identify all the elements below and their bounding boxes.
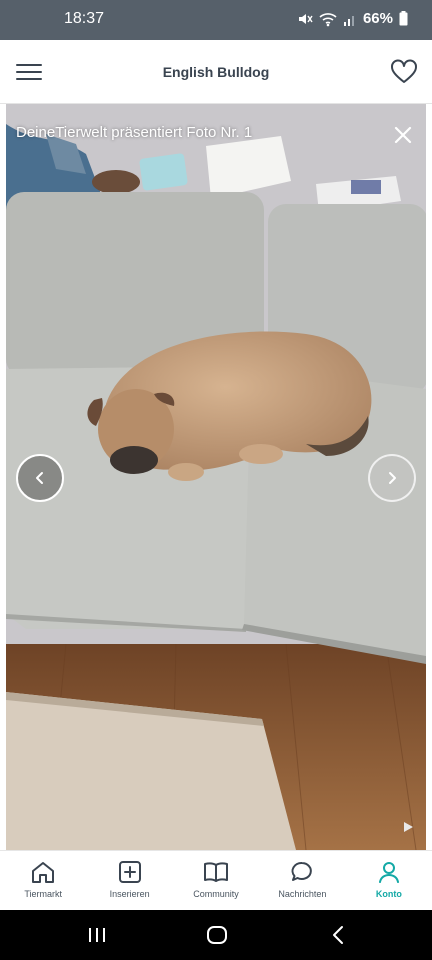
dog-photo[interactable] <box>6 104 426 850</box>
back-system-button[interactable] <box>326 922 352 948</box>
nav-label-konto: Konto <box>375 889 402 899</box>
nav-label-nachrichten: Nachrichten <box>278 889 327 899</box>
status-time: 18:37 <box>64 10 105 27</box>
nav-item-nachrichten[interactable]: Nachrichten <box>259 851 345 910</box>
signal-icon <box>343 12 357 26</box>
mute-icon <box>297 11 313 27</box>
nav-item-tiermarkt[interactable]: Tiermarkt <box>0 851 86 910</box>
wifi-icon <box>319 11 337 27</box>
close-icon <box>394 126 412 144</box>
add-square-icon <box>118 861 141 883</box>
battery-percentage: 66% <box>362 10 393 27</box>
system-navigation-bar <box>0 910 432 960</box>
play-icon[interactable] <box>402 820 414 832</box>
user-icon <box>378 862 399 883</box>
book-icon <box>204 862 229 882</box>
nav-label-inserieren: Inserieren <box>109 889 150 899</box>
photo-viewer: DeineTierwelt präsentiert Foto Nr. 1 <box>0 104 432 850</box>
status-icons: 66% <box>297 10 408 27</box>
home-circle-icon <box>207 926 227 944</box>
chevron-left-icon <box>36 472 43 484</box>
favorite-button[interactable] <box>390 58 418 86</box>
previous-photo-button[interactable] <box>16 454 64 502</box>
back-icon <box>333 926 343 944</box>
heart-icon <box>391 59 417 83</box>
next-photo-button[interactable] <box>368 454 416 502</box>
app-bar: English Bulldog <box>0 40 432 104</box>
battery-icon <box>399 11 408 26</box>
nav-label-tiermarkt: Tiermarkt <box>24 889 63 899</box>
page-title: English Bulldog <box>162 64 270 80</box>
photo-caption: DeineTierwelt präsentiert Foto Nr. 1 <box>16 124 253 141</box>
recents-icon <box>89 928 105 942</box>
home-icon <box>32 862 55 883</box>
chevron-right-icon <box>389 472 396 484</box>
chat-bubble-icon <box>291 862 313 881</box>
nav-label-community: Community <box>193 889 239 899</box>
nav-item-inserieren[interactable]: Inserieren <box>86 851 172 910</box>
nav-item-konto[interactable]: Konto <box>346 851 432 910</box>
bottom-navigation: Tiermarkt Inserieren Community Nachricht… <box>0 850 432 910</box>
status-bar: 18:37 66% <box>0 0 432 40</box>
dog-on-sofa-image <box>6 104 426 850</box>
home-system-button[interactable] <box>204 922 230 948</box>
close-button[interactable] <box>392 124 414 146</box>
recents-button[interactable] <box>84 922 110 948</box>
nav-item-community[interactable]: Community <box>173 851 259 910</box>
